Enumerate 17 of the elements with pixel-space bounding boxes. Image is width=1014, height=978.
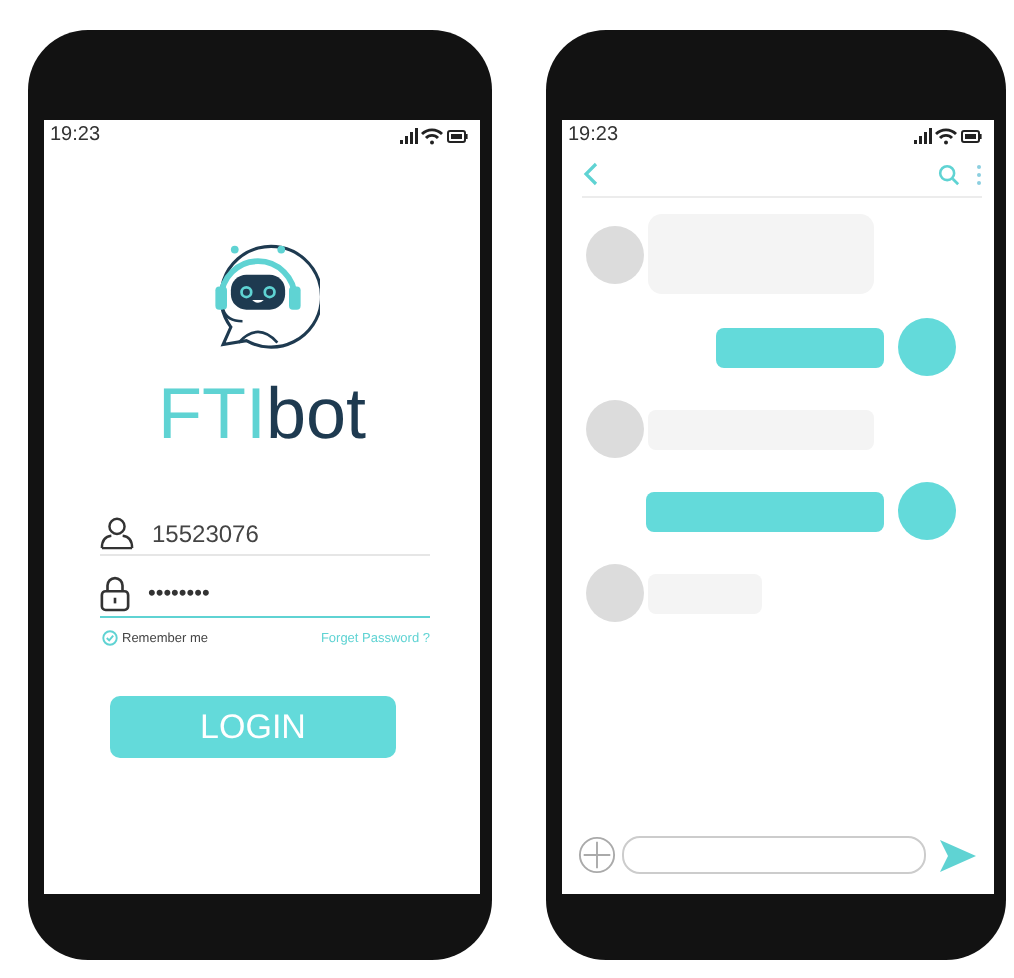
user-icon: [100, 516, 134, 550]
logo-wordmark: FTIbot: [157, 376, 367, 452]
lock-icon: [100, 576, 130, 612]
more-icon[interactable]: [976, 163, 982, 185]
password-field[interactable]: ••••••••: [100, 572, 430, 618]
send-icon[interactable]: [940, 839, 976, 871]
back-icon[interactable]: [582, 162, 598, 186]
password-value: ••••••••: [148, 582, 210, 606]
username-value: 15523076: [152, 519, 259, 547]
status-time: 19:23: [568, 124, 619, 146]
message-input-field[interactable]: [622, 836, 926, 874]
status-time: 19:23: [50, 124, 101, 146]
search-icon[interactable]: [938, 163, 960, 185]
status-icons: [914, 125, 982, 145]
add-icon[interactable]: [578, 836, 616, 874]
status-icons: [400, 125, 468, 145]
username-field[interactable]: 15523076: [100, 512, 430, 556]
